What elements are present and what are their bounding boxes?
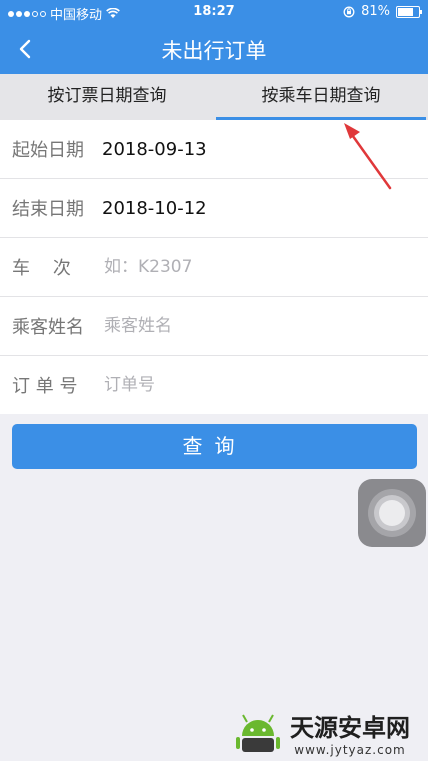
battery-icon [396,5,422,18]
rotation-lock-icon [343,6,355,17]
train-number-input[interactable] [102,256,406,278]
order-number-input[interactable] [102,374,406,396]
train-number-row: 车 次 [0,238,428,297]
assistive-touch-button[interactable] [358,479,426,547]
passenger-name-label: 乘客姓名 [12,317,84,338]
status-bar: 中国移动 18:27 81% [0,0,428,24]
tab-travel-date[interactable]: 按乘车日期查询 [214,74,428,120]
end-date-label: 结束日期 [12,199,84,220]
start-date-label: 起始日期 [12,140,84,161]
watermark-title: 天源安卓网 [290,714,410,742]
annotation-arrow-icon [344,123,392,190]
battery-percent: 81% [361,4,390,19]
train-number-label: 车 次 [12,258,71,279]
tab-booking-date[interactable]: 按订票日期查询 [0,74,214,120]
end-date-value[interactable]: 2018-10-12 [102,198,207,219]
passenger-name-row: 乘客姓名 [0,297,428,356]
passenger-name-input[interactable] [102,315,406,337]
tab-bar: 按订票日期查询 按乘车日期查询 [0,74,428,120]
watermark: 天源安卓网 www.jytyaz.com [232,708,410,757]
order-number-row: 订 单 号 [0,356,428,414]
page-title: 未出行订单 [161,39,267,63]
start-date-value[interactable]: 2018-09-13 [102,139,207,160]
watermark-url: www.jytyaz.com [294,743,406,757]
nav-bar: 未出行订单 [0,24,428,74]
status-right: 81% [343,4,422,19]
android-logo-icon [236,714,280,752]
order-number-label: 订 单 号 [12,376,78,397]
query-button[interactable]: 查询 [12,424,417,469]
